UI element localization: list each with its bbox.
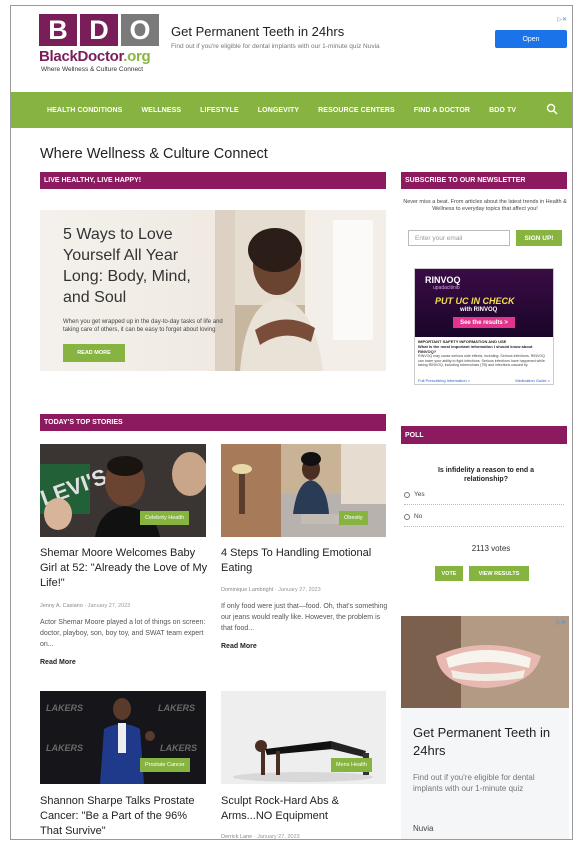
logo-tagline: Where Wellness & Culture Connect xyxy=(41,66,144,73)
story-1-read-more[interactable]: Read More xyxy=(40,659,76,666)
logo-tile-d: D xyxy=(80,14,118,46)
nav-item-find-a-doctor[interactable]: FIND A DOCTOR xyxy=(414,107,470,114)
story-3-category[interactable]: Prostate Cancer xyxy=(140,758,190,772)
newsletter-email-input[interactable]: Enter your email xyxy=(408,230,510,246)
svg-text:LAKERS: LAKERS xyxy=(160,743,197,753)
svg-text:LAKERS: LAKERS xyxy=(46,703,83,713)
svg-text:LAKERS: LAKERS xyxy=(158,703,195,713)
poll-divider xyxy=(404,526,564,527)
page-frame: B D O BlackDoctor.org Where Wellness & C… xyxy=(10,5,573,840)
side-ad-advertiser: Nuvia xyxy=(413,824,434,833)
nav-item-health-conditions[interactable]: HEALTH CONDITIONS xyxy=(47,107,122,114)
story-4-title[interactable]: Sculpt Rock-Hard Abs & Arms...NO Equipme… xyxy=(221,794,381,824)
section-bar-top-stories: TODAY'S TOP STORIES xyxy=(40,414,386,431)
newsletter-signup-button[interactable]: SIGN UP! xyxy=(516,230,562,246)
site-logo[interactable]: B D O BlackDoctor.org Where Wellness & C… xyxy=(39,14,169,82)
side-teeth-ad[interactable]: ▷✕ Get Permanent Teeth in 24hrs Find out… xyxy=(401,616,569,839)
side-ad-image xyxy=(401,616,569,708)
rinvoq-logo-sub: upadacitinib xyxy=(433,285,460,291)
section-bar-newsletter: SUBSCRIBE TO OUR NEWSLETTER xyxy=(401,172,567,189)
story-1-date: January 27, 2023 xyxy=(87,603,131,609)
rinvoq-med-guide-link[interactable]: Medication Guide > xyxy=(515,378,550,383)
logo-tile-b: B xyxy=(39,14,77,46)
story-1-category[interactable]: Celebrity Health xyxy=(140,511,190,525)
logo-wordmark-a: BlackDoctor xyxy=(39,48,124,65)
rinvoq-with: with RINVOQ xyxy=(460,307,498,313)
hero-image xyxy=(215,210,386,371)
poll-vote-button[interactable]: VOTE xyxy=(435,566,463,581)
page-title: Where Wellness & Culture Connect xyxy=(40,146,268,162)
story-4-category[interactable]: Mens Health xyxy=(331,758,372,772)
story-4-meta: Derrick Lane · January 27, 2023 xyxy=(221,834,300,840)
hero-headline[interactable]: 5 Ways to Love Yourself All Year Long: B… xyxy=(63,224,203,308)
main-nav: HEALTH CONDITIONS WELLNESS LIFESTYLE LON… xyxy=(11,92,572,128)
nav-item-longevity[interactable]: LONGEVITY xyxy=(258,107,299,114)
ad-choices-icon[interactable]: ▷✕ xyxy=(556,619,566,626)
search-icon[interactable] xyxy=(546,103,558,115)
top-banner-ad[interactable]: ▷✕ Get Permanent Teeth in 24hrs Find out… xyxy=(171,16,567,68)
section-bar-poll: POLL xyxy=(401,426,567,444)
hero-feature[interactable]: 5 Ways to Love Yourself All Year Long: B… xyxy=(40,210,386,371)
poll-divider xyxy=(404,504,564,505)
side-ad-headline[interactable]: Get Permanent Teeth in 24hrs xyxy=(413,724,563,760)
rinvoq-prescribing-link[interactable]: Full Prescribing Information > xyxy=(418,378,470,383)
story-3-title[interactable]: Shannon Sharpe Talks Prostate Cancer: "B… xyxy=(40,794,210,839)
story-2-read-more[interactable]: Read More xyxy=(221,643,257,650)
poll-question: Is infidelity a reason to end a relation… xyxy=(437,467,535,483)
rinvoq-safety-question: What is the most important information I… xyxy=(418,344,533,354)
site-header: B D O BlackDoctor.org Where Wellness & C… xyxy=(11,6,572,88)
story-2-title[interactable]: 4 Steps To Handling Emotional Eating xyxy=(221,546,381,576)
logo-wordmark-b: .org xyxy=(123,48,151,65)
poll-vote-count: 2113 votes xyxy=(471,544,511,553)
poll-option-yes-label: Yes xyxy=(414,491,425,498)
story-4-date: January 27, 2023 xyxy=(257,834,300,840)
story-4-author[interactable]: Derrick Lane xyxy=(221,834,252,839)
story-1-meta: Jenny A. Casiano · January 27, 2023 xyxy=(40,603,131,609)
top-ad-open-button[interactable]: Open xyxy=(495,30,567,48)
story-1-title[interactable]: Shemar Moore Welcomes Baby Girl at 52: "… xyxy=(40,546,210,591)
newsletter-description: Never miss a beat. From articles about t… xyxy=(403,199,567,212)
nav-item-wellness[interactable]: WELLNESS xyxy=(141,107,181,114)
rinvoq-cta-button[interactable]: See the results > xyxy=(453,317,515,328)
nav-item-bdo-tv[interactable]: BDO TV xyxy=(489,107,516,114)
hero-excerpt: When you get wrapped up in the day-to-da… xyxy=(63,319,223,333)
section-bar-live-healthy: LIVE HEALTHY, LIVE HAPPY! xyxy=(40,172,386,189)
top-ad-headline: Get Permanent Teeth in 24hrs xyxy=(171,24,345,39)
logo-wordmark: BlackDoctor.org xyxy=(39,48,169,65)
rinvoq-headline: PUT UC IN CHECK xyxy=(435,296,515,306)
poll-option-yes[interactable]: Yes xyxy=(404,491,425,498)
top-ad-subtext: Find out if you're eligible for dental i… xyxy=(171,43,380,50)
story-2-meta: Dominique Lambright · January 27, 2023 xyxy=(221,587,321,593)
nav-item-resource-centers[interactable]: RESOURCE CENTERS xyxy=(318,107,395,114)
story-2-category[interactable]: Obesity xyxy=(339,511,368,525)
poll-radio-yes[interactable] xyxy=(404,491,410,498)
ad-choices-icon[interactable]: ▷✕ xyxy=(557,16,567,23)
story-2-author[interactable]: Dominique Lambright xyxy=(221,587,273,593)
nav-item-lifestyle[interactable]: LIFESTYLE xyxy=(200,107,239,114)
story-2-excerpt: If only food were just that—food. Oh, th… xyxy=(221,603,388,632)
poll-option-no-label: No xyxy=(414,513,423,520)
hero-read-more-button[interactable]: READ MORE xyxy=(63,344,125,362)
poll-radio-no[interactable] xyxy=(404,513,410,520)
story-1-excerpt: Actor Shemar Moore played a lot of thing… xyxy=(40,619,206,648)
rinvoq-safety-body: RINVOQ may cause serious side effects, i… xyxy=(418,354,545,367)
logo-tile-o: O xyxy=(121,14,159,46)
rinvoq-safety-info: IMPORTANT SAFETY INFORMATION AND USE Wha… xyxy=(415,337,553,384)
story-2-date: January 27, 2023 xyxy=(278,587,321,593)
poll-view-results-button[interactable]: VIEW RESULTS xyxy=(469,566,529,581)
rinvoq-logo: RINVOQ xyxy=(425,275,461,285)
svg-text:LAKERS: LAKERS xyxy=(46,743,83,753)
rinvoq-ad[interactable]: RINVOQ upadacitinib PUT UC IN CHECK with… xyxy=(414,268,554,385)
story-1-author[interactable]: Jenny A. Casiano xyxy=(40,603,83,609)
side-ad-subtext: Find out if you're eligible for dental i… xyxy=(413,773,535,793)
poll-option-no[interactable]: No xyxy=(404,513,422,520)
